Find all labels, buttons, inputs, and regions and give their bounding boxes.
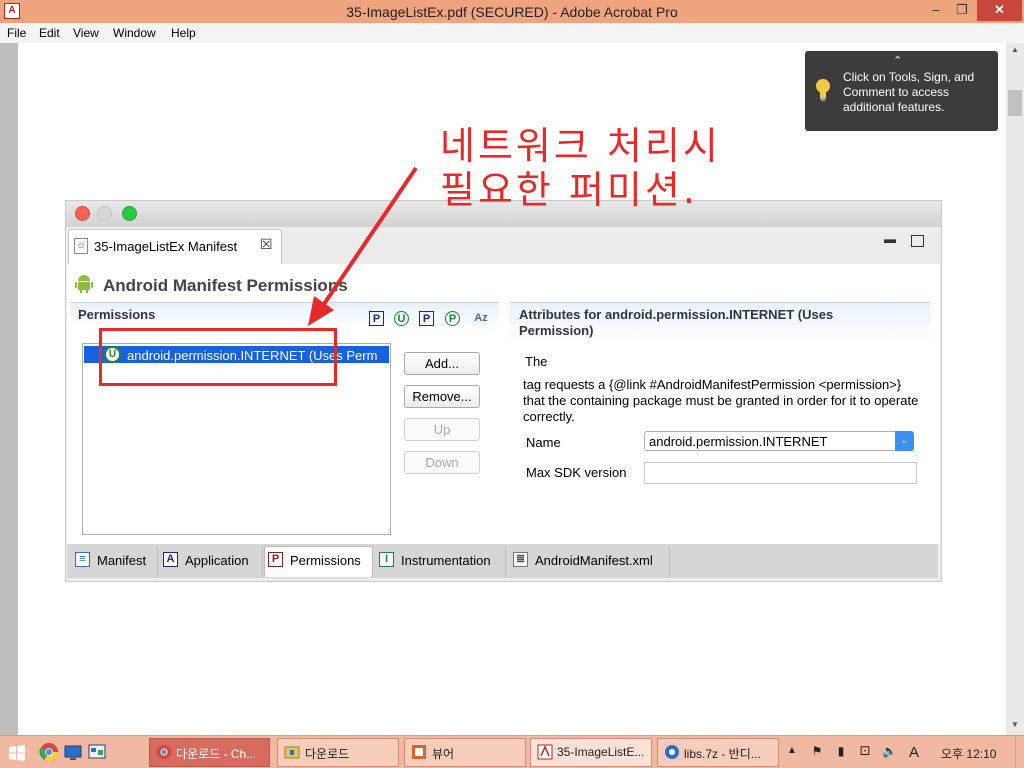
annotation-text: 네트워크 처리시 필요한 퍼미션. [440,124,780,212]
sort-az-icon: Az [474,312,488,324]
ime-icon[interactable]: A [907,744,921,761]
name-select-value: android.permission.INTERNET [649,434,828,449]
action-center-icon[interactable]: ⚑ [810,744,824,760]
mac-zoom-light [122,206,137,221]
add-button: Add... [404,352,480,375]
add-permission-group-icon: P [445,311,460,326]
remove-button: Remove... [404,385,480,408]
chrome-pinned-icon[interactable] [39,742,59,762]
annotation-line-1: 네트워크 처리시 [440,124,721,168]
window-title: 35-ImageListEx.pdf (SECURED) - Adobe Acr… [346,4,678,20]
chevron-down-icon: ⌄ [895,431,914,451]
instrumentation-icon: I [379,552,394,567]
menu-edit[interactable]: Edit [39,26,60,40]
annotation-line-2: 필요한 퍼미션. [440,168,698,212]
tab-instrumentation-label: Instrumentation [401,553,491,568]
editor-tab-label: 35-ImageListEx Manifest [94,239,238,254]
mac-close-light [75,206,90,221]
permissions-title: Permissions [78,307,156,322]
lightbulb-icon [816,79,830,101]
tab-close-icon: ☒ [260,236,273,252]
menu-window[interactable]: Window [113,26,156,40]
network-icon[interactable]: ⚀ [858,744,872,760]
scroll-up-icon[interactable]: ▲ [1006,45,1024,59]
control-panel-pinned-icon[interactable] [87,742,107,762]
task-label: 다운로드 - Ch... [176,747,257,761]
menu-help[interactable]: Help [171,26,196,40]
tooltip-text: Click on Tools, Sign, and Comment to acc… [843,70,975,114]
menu-file[interactable]: File [7,26,26,40]
manifest-file-icon: cl [74,238,88,254]
application-icon: A [163,552,178,567]
name-label: Name [526,435,561,450]
close-button[interactable]: ✕ [977,0,1022,21]
volume-icon[interactable]: 🔈 [882,744,897,760]
task-label: 뷰어 [432,747,455,761]
attributes-title: Attributes for android.permission.INTERN… [519,307,834,338]
manifest-icon: ≡ [75,552,90,567]
tab-permissions-label: Permissions [290,553,361,568]
max-sdk-input [644,462,917,484]
view-maximize-icon [911,235,924,247]
acrobat-app-icon[interactable]: A [4,3,20,19]
scrollbar-thumb[interactable] [1008,90,1022,116]
title-bar: 35-ImageListEx.pdf (SECURED) - Adobe Acr… [0,0,1024,23]
minimize-button[interactable]: – [923,0,949,21]
acrobat-icon [537,744,553,760]
permissions-icon: P [268,552,283,567]
attributes-lead-text: The [525,354,548,369]
viewer-app-icon [412,745,426,759]
down-button: Down [404,451,480,474]
view-minimize-icon: ▬ [884,232,896,246]
max-sdk-label: Max SDK version [526,465,627,480]
show-desktop-button[interactable] [1015,736,1024,768]
task-label: 다운로드 [305,747,350,761]
xml-file-icon: ≣ [513,552,528,567]
folder-icon [284,746,300,759]
highlight-box [99,328,337,386]
mac-minimize-light [97,206,112,221]
bandizip-icon [665,745,679,759]
tab-manifest-label: Manifest [97,553,147,568]
tray-expand-icon[interactable]: ▲ [787,745,797,756]
annotation-arrow-icon [308,166,418,326]
up-button: Up [404,418,480,441]
task-label: libs.7z - 반디... [684,747,761,761]
chrome-icon [157,745,171,759]
desktop-pinned-icon[interactable] [63,742,83,762]
task-label: 35-ImageListE... [557,745,645,759]
tab-application-label: Application [185,553,249,568]
android-icon [75,275,93,293]
attributes-description: tag requests a {@link #AndroidManifestPe… [523,377,919,424]
restore-button[interactable]: ❐ [949,0,975,21]
menu-view[interactable]: View [73,26,99,40]
windows-start-icon[interactable] [9,745,25,761]
tab-androidmanifest-xml-label: AndroidManifest.xml [535,553,653,568]
vertical-scrollbar[interactable] [1006,43,1024,735]
scroll-down-icon[interactable]: ▼ [1006,720,1024,734]
clock[interactable]: 오후 12:10 [941,745,996,762]
power-icon[interactable]: ▮ [834,744,848,760]
tooltip-collapse-icon[interactable]: ⌃ [893,54,902,67]
